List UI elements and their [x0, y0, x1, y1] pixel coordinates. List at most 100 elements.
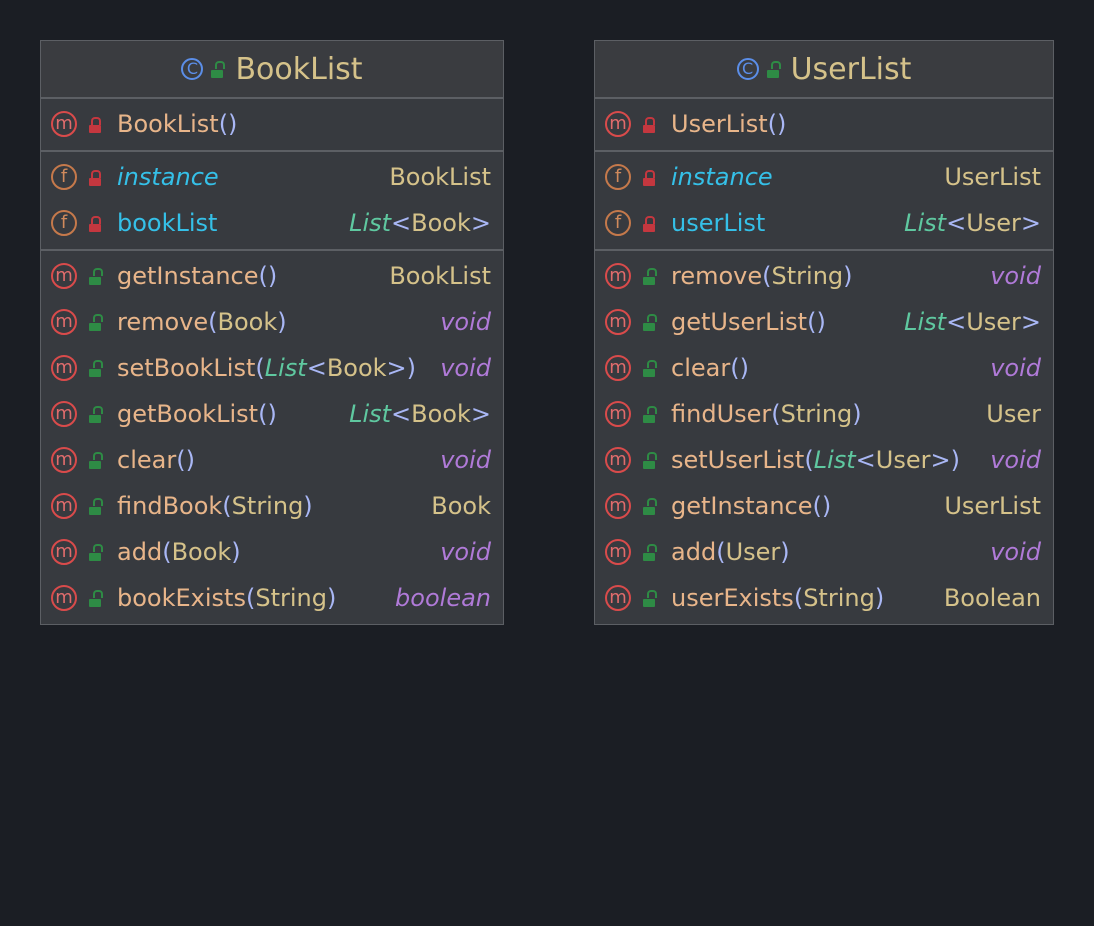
paren-close: ) — [843, 262, 853, 290]
method-params: (List<Book>) — [255, 354, 416, 382]
method-row[interactable]: m bookExists (String) boolean — [41, 575, 503, 621]
public-unlock-icon — [643, 452, 657, 469]
return-inner: User — [966, 209, 1021, 237]
return-type: List<User> — [904, 308, 1041, 336]
public-unlock-icon — [643, 314, 657, 331]
method-row[interactable]: m getInstance() BookList — [41, 253, 503, 299]
field-name: instance — [117, 163, 219, 191]
private-lock-icon — [89, 117, 101, 133]
angle-close: > — [470, 209, 491, 237]
return-type: void — [440, 446, 491, 474]
angle-open: < — [946, 308, 967, 336]
paren-open: ( — [208, 308, 218, 336]
class-icon: C — [181, 58, 204, 80]
method-icon: m — [605, 111, 631, 137]
param-type: Book — [171, 538, 232, 566]
method-row[interactable]: m setBookList (List<Book>) void — [41, 345, 503, 391]
method-row[interactable]: m clear() void — [595, 345, 1053, 391]
method-name: setBookList — [117, 354, 256, 382]
constructor-row[interactable]: m UserList() — [595, 101, 1053, 147]
method-row[interactable]: m remove (String) void — [595, 253, 1053, 299]
method-name: bookExists — [117, 584, 246, 612]
private-lock-icon — [89, 170, 101, 186]
method-icon: m — [605, 539, 631, 565]
return-type: void — [990, 262, 1041, 290]
method-row[interactable]: m findUser (String) User — [595, 391, 1053, 437]
methods-section: m getInstance() BookList m remove (Book) void m… — [41, 251, 503, 624]
method-row[interactable]: m getInstance() UserList — [595, 483, 1053, 529]
class-box-userlist[interactable]: C UserList m UserList() f instance UserList f us… — [594, 40, 1054, 625]
method-params: (List<User>) — [804, 446, 960, 474]
params-empty: () — [258, 262, 278, 290]
angle-open: < — [306, 354, 327, 382]
method-icon: m — [605, 355, 631, 381]
return-generic: List — [904, 209, 947, 237]
field-row[interactable]: f instance BookList — [41, 154, 503, 200]
method-icon: m — [605, 401, 631, 427]
field-icon: f — [51, 164, 77, 190]
method-name: getUserList — [671, 308, 808, 336]
method-icon: m — [51, 111, 77, 137]
field-name: userList — [671, 209, 766, 237]
method-params: () — [807, 308, 826, 336]
public-unlock-icon — [89, 544, 103, 561]
return-generic: List — [904, 308, 947, 336]
field-type: BookList — [389, 163, 491, 191]
method-row[interactable]: m clear() void — [41, 437, 503, 483]
fields-section: f instance UserList f userList List<User> — [595, 152, 1053, 251]
field-icon: f — [605, 210, 631, 236]
class-icon: C — [736, 58, 759, 80]
method-name: setUserList — [671, 446, 805, 474]
public-unlock-icon — [211, 61, 226, 78]
public-unlock-icon — [643, 360, 657, 377]
class-header[interactable]: C BookList — [41, 41, 503, 99]
class-box-booklist[interactable]: C BookList m BookList() f instance BookList f bo… — [40, 40, 504, 625]
return-type: Boolean — [943, 584, 1041, 612]
paren-close: ) — [780, 538, 790, 566]
method-icon: m — [605, 493, 631, 519]
field-type: UserList — [944, 163, 1041, 191]
method-row[interactable]: m findBook (String) Book — [41, 483, 503, 529]
method-params: () — [258, 400, 277, 428]
method-params: () — [730, 354, 749, 382]
public-unlock-icon — [89, 452, 103, 469]
methods-section: m remove (String) void m getUserList() List<Us… — [595, 251, 1053, 624]
method-icon: m — [51, 585, 77, 611]
field-row[interactable]: f bookList List<Book> — [41, 200, 503, 246]
constructor-name: BookList — [117, 110, 219, 138]
field-row[interactable]: f userList List<User> — [595, 200, 1053, 246]
method-row[interactable]: m add (User) void — [595, 529, 1053, 575]
public-unlock-icon — [643, 268, 657, 285]
method-row[interactable]: m getUserList() List<User> — [595, 299, 1053, 345]
paren-open: ( — [245, 584, 256, 612]
method-icon: m — [51, 539, 77, 565]
return-generic: List — [349, 209, 392, 237]
constructor-row[interactable]: m BookList() — [41, 101, 503, 147]
public-unlock-icon — [89, 498, 103, 515]
params-empty: () — [730, 354, 749, 382]
method-name: remove — [671, 262, 763, 290]
method-params: (User) — [716, 538, 789, 566]
method-icon: m — [605, 263, 631, 289]
class-header[interactable]: C UserList — [595, 41, 1053, 99]
method-row[interactable]: m setUserList (List<User>) void — [595, 437, 1053, 483]
method-row[interactable]: m getBookList() List<Book> — [41, 391, 503, 437]
method-icon: m — [51, 493, 77, 519]
param-type: Book — [326, 354, 387, 382]
return-type: List<User> — [904, 209, 1041, 237]
method-params: (String) — [222, 492, 312, 520]
method-name: clear — [117, 446, 177, 474]
method-row[interactable]: m remove (Book) void — [41, 299, 503, 345]
return-type: void — [990, 538, 1041, 566]
paren-open: ( — [771, 400, 781, 428]
field-row[interactable]: f instance UserList — [595, 154, 1053, 200]
return-inner: Book — [411, 209, 471, 237]
method-name: findBook — [117, 492, 223, 520]
method-row[interactable]: m add (Book) void — [41, 529, 503, 575]
return-type: boolean — [395, 584, 491, 612]
return-type: List<Book> — [349, 209, 491, 237]
return-inner: User — [966, 308, 1021, 336]
public-unlock-icon — [89, 314, 103, 331]
method-icon: m — [51, 355, 77, 381]
method-row[interactable]: m userExists (String) Boolean — [595, 575, 1053, 621]
